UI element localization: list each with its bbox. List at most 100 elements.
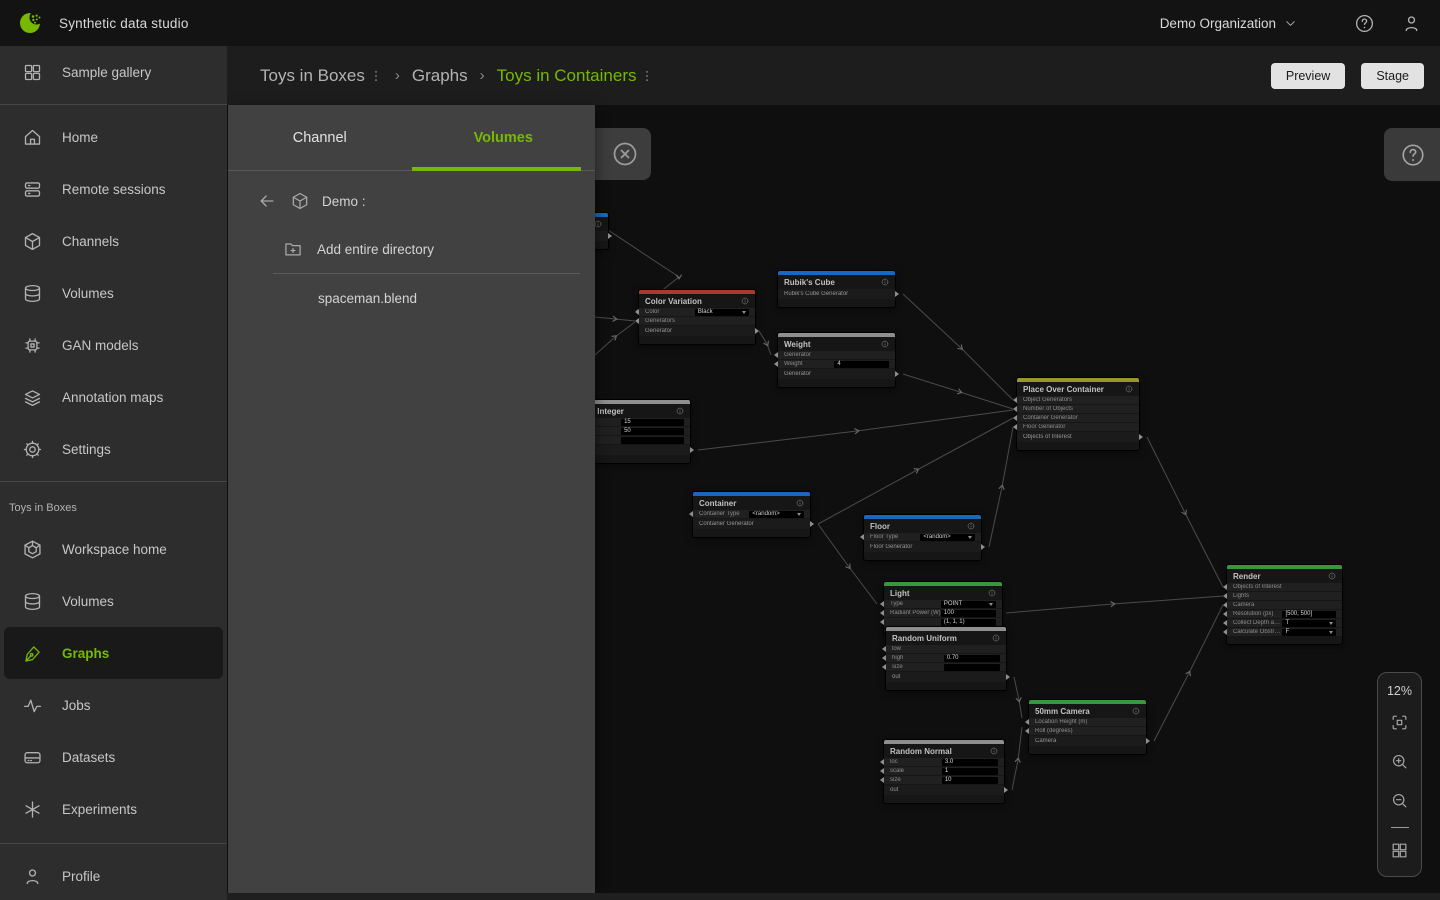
node-value-text: Black xyxy=(698,309,713,316)
close-icon xyxy=(611,140,639,168)
stage-button[interactable]: Stage xyxy=(1361,63,1424,89)
node-row-label: Rubik's Cube Generator xyxy=(784,291,889,297)
sidebar-item-channels[interactable]: Channels xyxy=(0,215,227,267)
user-icon[interactable] xyxy=(1401,13,1422,34)
tab-volumes[interactable]: Volumes xyxy=(412,105,596,170)
node-input-row: (1, 1, 1) xyxy=(884,618,1002,626)
sidebar-item-profile[interactable]: Profile xyxy=(0,850,227,900)
node-value-field[interactable] xyxy=(621,437,684,444)
zoom-out-icon[interactable] xyxy=(1390,791,1409,810)
sidebar-item-volumes[interactable]: Volumes xyxy=(0,267,227,319)
graph-node-color-variation[interactable]: Color VariationColorBlackGeneratorsGener… xyxy=(639,290,755,344)
node-value-field[interactable]: T xyxy=(1282,620,1336,627)
graph-node-place-over-container[interactable]: Place Over ContainerObject GeneratorsNum… xyxy=(1017,378,1139,450)
breadcrumb-item[interactable]: Toys in Boxes xyxy=(260,66,383,86)
sidebar-item-label: Experiments xyxy=(62,802,137,817)
sidebar-item-volumes[interactable]: Volumes xyxy=(0,575,227,627)
graph-node-floor[interactable]: FloorFloor Type<random>Floor Generator xyxy=(864,515,981,560)
node-value-text: POINT xyxy=(944,601,962,608)
sidebar-item-home[interactable]: Home xyxy=(0,111,227,163)
sidebar-item-label: Workspace home xyxy=(62,542,167,557)
sidebar-item-annotation-maps[interactable]: Annotation maps xyxy=(0,371,227,423)
add-directory-button[interactable]: Add entire directory xyxy=(228,225,595,273)
node-row-label: Type xyxy=(890,601,941,607)
node-value-field[interactable]: [500, 500] xyxy=(1282,611,1336,618)
node-value-text: <random> xyxy=(923,534,950,541)
graph-edge xyxy=(1147,437,1223,587)
graph-node-random-uniform[interactable]: Random Uniformlowhigh0.70sizeout xyxy=(886,627,1006,690)
graph-node-weight[interactable]: WeightGeneratorWeight4Generator xyxy=(778,333,895,387)
cube-icon xyxy=(22,231,43,252)
node-value-field[interactable]: 0.70 xyxy=(944,655,1000,662)
node-value-field[interactable] xyxy=(944,664,1000,671)
node-value-field[interactable]: 15 xyxy=(621,419,684,426)
sidebar-item-experiments[interactable]: Experiments xyxy=(0,783,227,835)
node-value-field[interactable]: POINT xyxy=(941,601,996,608)
graph-node-random-normal[interactable]: Random Normalloc3.0scale1size10out xyxy=(884,740,1004,803)
sidebar-item-datasets[interactable]: Datasets xyxy=(0,731,227,783)
node-info-icon xyxy=(992,634,1000,642)
graph-edge xyxy=(595,322,635,355)
node-value-field[interactable]: <random> xyxy=(749,511,804,518)
node-value-field[interactable]: 3.0 xyxy=(942,759,998,766)
node-value-field[interactable]: <random> xyxy=(920,534,975,541)
sidebar-item-sample-gallery[interactable]: Sample gallery xyxy=(0,46,227,98)
node-value-field[interactable]: 4 xyxy=(834,361,889,368)
node-value-field[interactable]: 50 xyxy=(621,428,684,435)
node-title: 50mm Camera xyxy=(1029,704,1146,718)
node-row-label: size xyxy=(892,664,944,670)
node-value-field[interactable]: 100 xyxy=(941,610,996,617)
node-title-text: Floor xyxy=(870,522,890,531)
preview-button[interactable]: Preview xyxy=(1271,63,1345,89)
node-value-field[interactable]: (1, 1, 1) xyxy=(941,619,996,626)
node-input-row: Container Generator xyxy=(1017,414,1139,422)
graph-node-camera-50mm[interactable]: 50mm CameraLocation Height (m)Roll (degr… xyxy=(1029,700,1146,754)
sidebar-item-settings[interactable]: Settings xyxy=(0,423,227,475)
node-row-label: Container Type xyxy=(699,511,749,517)
graph-edge xyxy=(759,331,771,355)
sidebar-item-workspace-home[interactable]: Workspace home xyxy=(0,523,227,575)
breadcrumb-item[interactable]: Toys in Containers xyxy=(497,66,655,86)
node-info-icon xyxy=(1328,572,1336,580)
graph-node-render[interactable]: RenderObjects of InterestLightsCameraRes… xyxy=(1227,565,1342,644)
node-row-label: Container Generator xyxy=(699,521,804,527)
fit-to-screen-icon[interactable] xyxy=(1390,713,1409,732)
node-value-field[interactable]: F xyxy=(1282,629,1336,636)
node-row-label: loc xyxy=(890,759,942,765)
file-item[interactable]: spaceman.blend xyxy=(228,274,595,322)
node-row-label: Number of Objects xyxy=(1023,406,1133,412)
graph-edge xyxy=(903,374,1013,409)
help-icon[interactable] xyxy=(1354,13,1375,34)
node-output-row: Generator xyxy=(639,326,755,336)
sidebar-item-jobs[interactable]: Jobs xyxy=(0,679,227,731)
node-row-label: Resolution (px) xyxy=(1233,611,1282,617)
node-row-label: high xyxy=(892,655,944,661)
org-selector[interactable]: Demo Organization xyxy=(1160,16,1298,31)
sidebar-item-label: Jobs xyxy=(62,698,91,713)
top-app-bar: Synthetic data studio Demo Organization xyxy=(0,0,1440,46)
node-value-field[interactable]: 1 xyxy=(942,768,998,775)
node-input-row: size xyxy=(886,663,1006,671)
zoom-in-icon[interactable] xyxy=(1390,752,1409,771)
canvas-help-button[interactable] xyxy=(1384,128,1440,181)
graph-node-rubiks-cube[interactable]: Rubik's CubeRubik's Cube Generator xyxy=(778,271,895,307)
tab-channel[interactable]: Channel xyxy=(228,105,412,170)
breadcrumb-item[interactable]: Graphs xyxy=(412,66,468,86)
node-output-row: Rubik's Cube Generator xyxy=(778,289,895,299)
node-input-row: Objects of Interest xyxy=(1227,583,1342,591)
sidebar-item-remote-sessions[interactable]: Remote sessions xyxy=(0,163,227,215)
kebab-icon xyxy=(640,69,654,83)
node-value-field[interactable]: 10 xyxy=(942,777,998,784)
graph-node-container[interactable]: ContainerContainer Type<random>Container… xyxy=(693,492,810,537)
node-row-label: Generator xyxy=(645,328,749,334)
node-title: Color Variation xyxy=(639,294,755,308)
arrow-left-icon[interactable] xyxy=(257,191,277,211)
kebab-icon xyxy=(369,69,383,83)
volume-root-row[interactable]: Demo : xyxy=(228,177,595,225)
sidebar-item-gan-models[interactable]: GAN models xyxy=(0,319,227,371)
sidebar-item-graphs[interactable]: Graphs xyxy=(4,627,223,679)
node-value-field[interactable]: Black xyxy=(695,309,749,316)
zoom-level: 12% xyxy=(1387,684,1412,698)
node-info-icon xyxy=(881,340,889,348)
minimap-grid-icon[interactable] xyxy=(1390,841,1409,860)
